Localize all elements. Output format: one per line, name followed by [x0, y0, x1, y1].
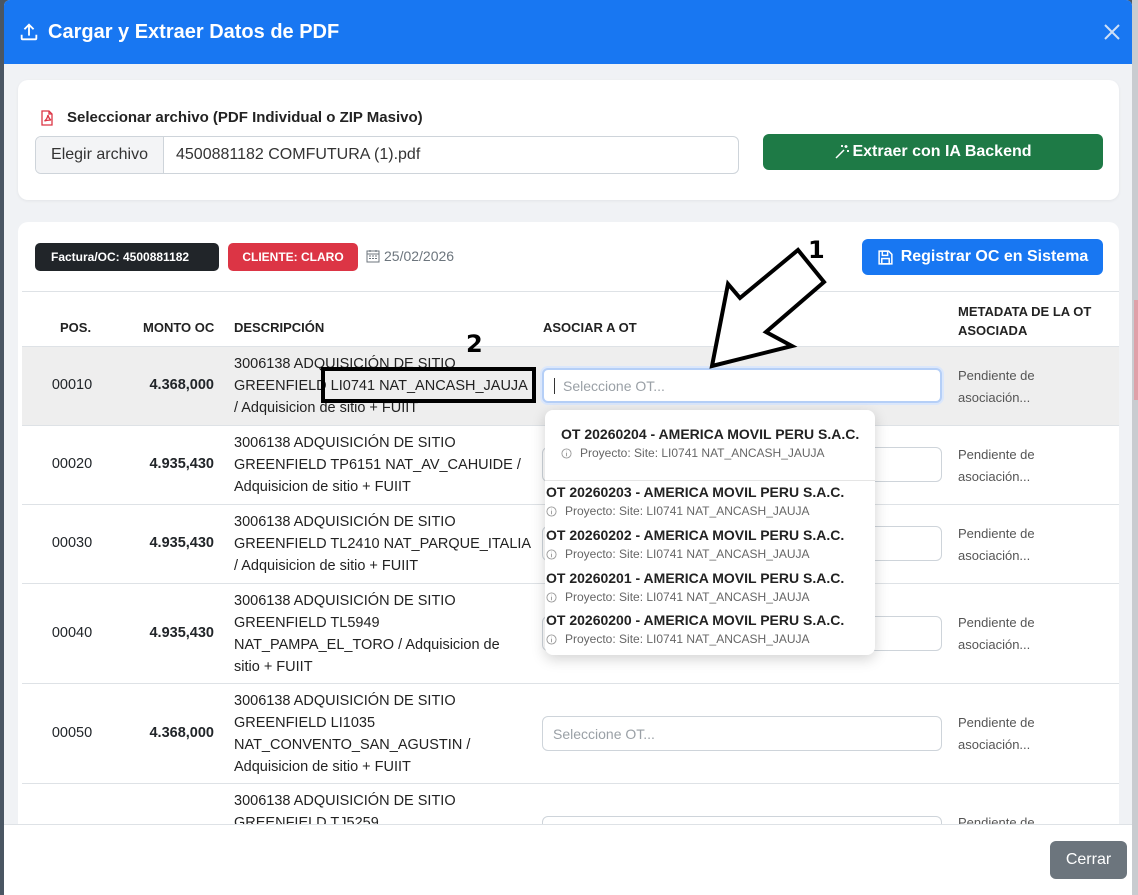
close-button[interactable]: Cerrar — [1050, 841, 1127, 879]
upload-icon — [20, 23, 38, 41]
row-monto: 4.368,000 — [149, 377, 214, 393]
extract-ai-button[interactable]: Extraer con IA Backend — [763, 134, 1103, 170]
ot-option[interactable]: OT 20260202 - AMERICA MOVIL PERU S.A.C. … — [545, 527, 875, 561]
save-icon — [878, 249, 893, 265]
row-pos: 00040 — [51, 625, 93, 641]
info-icon — [546, 591, 557, 603]
row-description: 3006138 ADQUISICIÓN DE SITIO GREENFIELD … — [234, 693, 471, 775]
file-select-label: Seleccionar archivo (PDF Individual o ZI… — [40, 109, 423, 126]
header-monto: MONTO OC — [143, 320, 215, 335]
table-row: 00050 4.368,000 3006138 ADQUISICIÓN DE S… — [22, 684, 1119, 784]
text-caret — [554, 377, 555, 394]
dropdown-divider — [545, 480, 875, 481]
header-ot: ASOCIAR A OT — [543, 320, 637, 335]
ot-option[interactable]: OT 20260201 - AMERICA MOVIL PERU S.A.C. … — [545, 570, 875, 604]
annotation-arrow-icon — [709, 247, 827, 369]
file-upload-card: Seleccionar archivo (PDF Individual o ZI… — [18, 80, 1119, 200]
selected-file-name: 4500881182 COMFUTURA (1).pdf — [176, 146, 421, 163]
row-monto: 4.368,000 — [149, 725, 214, 741]
row-metadata: Pendiente de asociación... — [958, 526, 1035, 563]
file-input[interactable]: Elegir archivo 4500881182 COMFUTURA (1).… — [35, 136, 739, 174]
header-meta: METADATA DE LA OT ASOCIADA — [958, 304, 1092, 338]
row-metadata: Pendiente de asociación... — [958, 615, 1035, 652]
row-metadata: Pendiente de asociación... — [958, 447, 1035, 484]
row-pos: 00030 — [51, 535, 93, 551]
background-accent — [1134, 300, 1138, 400]
modal-title: Cargar y Extraer Datos de PDF — [48, 20, 340, 43]
modal-header: Cargar y Extraer Datos de PDF — [4, 0, 1132, 64]
magic-wand-icon — [835, 145, 850, 159]
info-icon — [561, 447, 572, 459]
info-icon — [546, 633, 557, 645]
choose-file-button[interactable]: Elegir archivo — [36, 137, 164, 173]
row-description: 3006138 ADQUISICIÓN DE SITIO GREENFIELD … — [234, 435, 521, 495]
close-icon[interactable] — [1100, 20, 1124, 44]
info-icon — [546, 505, 557, 517]
row-metadata: Pendiente de asociación... — [958, 368, 1035, 405]
row-pos: 00020 — [51, 456, 93, 472]
ot-dropdown-menu: OT 20260204 - AMERICA MOVIL PERU S.A.C. … — [545, 410, 875, 655]
header-desc: DESCRIPCIÓN — [234, 320, 325, 335]
client-badge: CLIENTE: CLARO — [228, 243, 358, 271]
ot-select-input[interactable]: Seleccione OT... — [542, 716, 942, 751]
modal-footer: Cerrar — [4, 824, 1132, 895]
row-description: 3006138 ADQUISICIÓN DE SITIO GREENFIELD … — [234, 514, 532, 574]
annotation-highlight-box — [321, 367, 536, 403]
header-pos: POS. — [60, 320, 92, 335]
background-scrollbar — [1132, 0, 1138, 895]
row-monto: 4.935,430 — [149, 625, 214, 641]
pdf-file-icon — [41, 109, 53, 126]
table-header: POS. MONTO OC DESCRIPCIÓN ASOCIAR A OT M… — [22, 291, 1119, 347]
row-monto: 4.935,430 — [149, 535, 214, 551]
ot-option[interactable]: OT 20260200 - AMERICA MOVIL PERU S.A.C. … — [545, 612, 875, 646]
info-icon — [546, 548, 557, 560]
calendar-icon — [366, 250, 380, 263]
ot-option[interactable]: OT 20260204 - AMERICA MOVIL PERU S.A.C. … — [545, 426, 875, 460]
row-pos: 00010 — [51, 377, 93, 393]
row-description: 3006138 ADQUISICIÓN DE SITIO GREENFIELD … — [234, 593, 500, 675]
invoice-badge: Factura/OC: 4500881182 — [35, 243, 219, 271]
row-monto: 4.935,430 — [149, 456, 214, 472]
ot-option[interactable]: OT 20260203 - AMERICA MOVIL PERU S.A.C. … — [545, 484, 875, 518]
annotation-label-2: 2 — [466, 330, 483, 358]
row-metadata: Pendiente de asociación... — [958, 715, 1035, 752]
row-pos: 00050 — [51, 725, 93, 741]
register-oc-button[interactable]: Registrar OC en Sistema — [862, 239, 1103, 275]
document-date: 25/02/2026 — [366, 248, 454, 264]
